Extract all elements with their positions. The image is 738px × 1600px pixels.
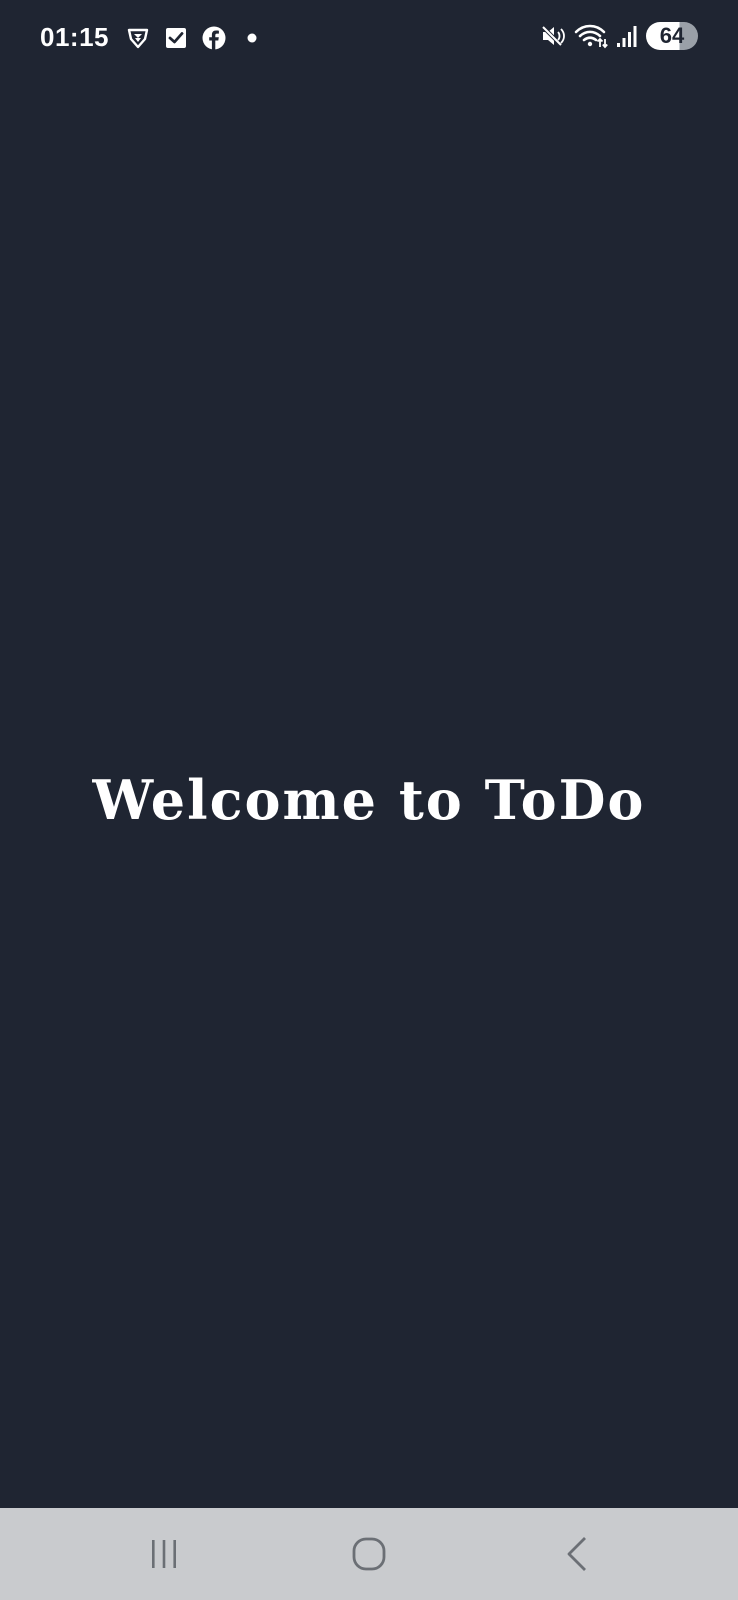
wifi-icon [574, 23, 608, 49]
recents-icon [152, 1540, 176, 1568]
shield-icon [125, 25, 151, 51]
signal-icon [616, 23, 638, 49]
status-left: 01:15 [40, 22, 265, 53]
back-icon [567, 1537, 586, 1571]
battery-level: 64 [659, 23, 685, 48]
home-icon [352, 1537, 386, 1571]
home-button[interactable] [309, 1508, 429, 1600]
welcome-title: Welcome to ToDo [92, 768, 646, 832]
status-bar: 01:15 64 [0, 0, 738, 80]
dot-icon [239, 25, 265, 51]
facebook-icon [201, 25, 227, 51]
check-box-icon [163, 25, 189, 51]
navigation-bar [0, 1508, 738, 1600]
battery-icon: 64 [646, 22, 698, 50]
recents-button[interactable] [104, 1508, 224, 1600]
back-button[interactable] [516, 1508, 636, 1600]
status-right: 64 [540, 22, 698, 50]
status-time: 01:15 [40, 22, 109, 52]
mute-icon [540, 23, 566, 49]
app-screen: 01:15 64 Welcome to ToDo [0, 0, 738, 1600]
